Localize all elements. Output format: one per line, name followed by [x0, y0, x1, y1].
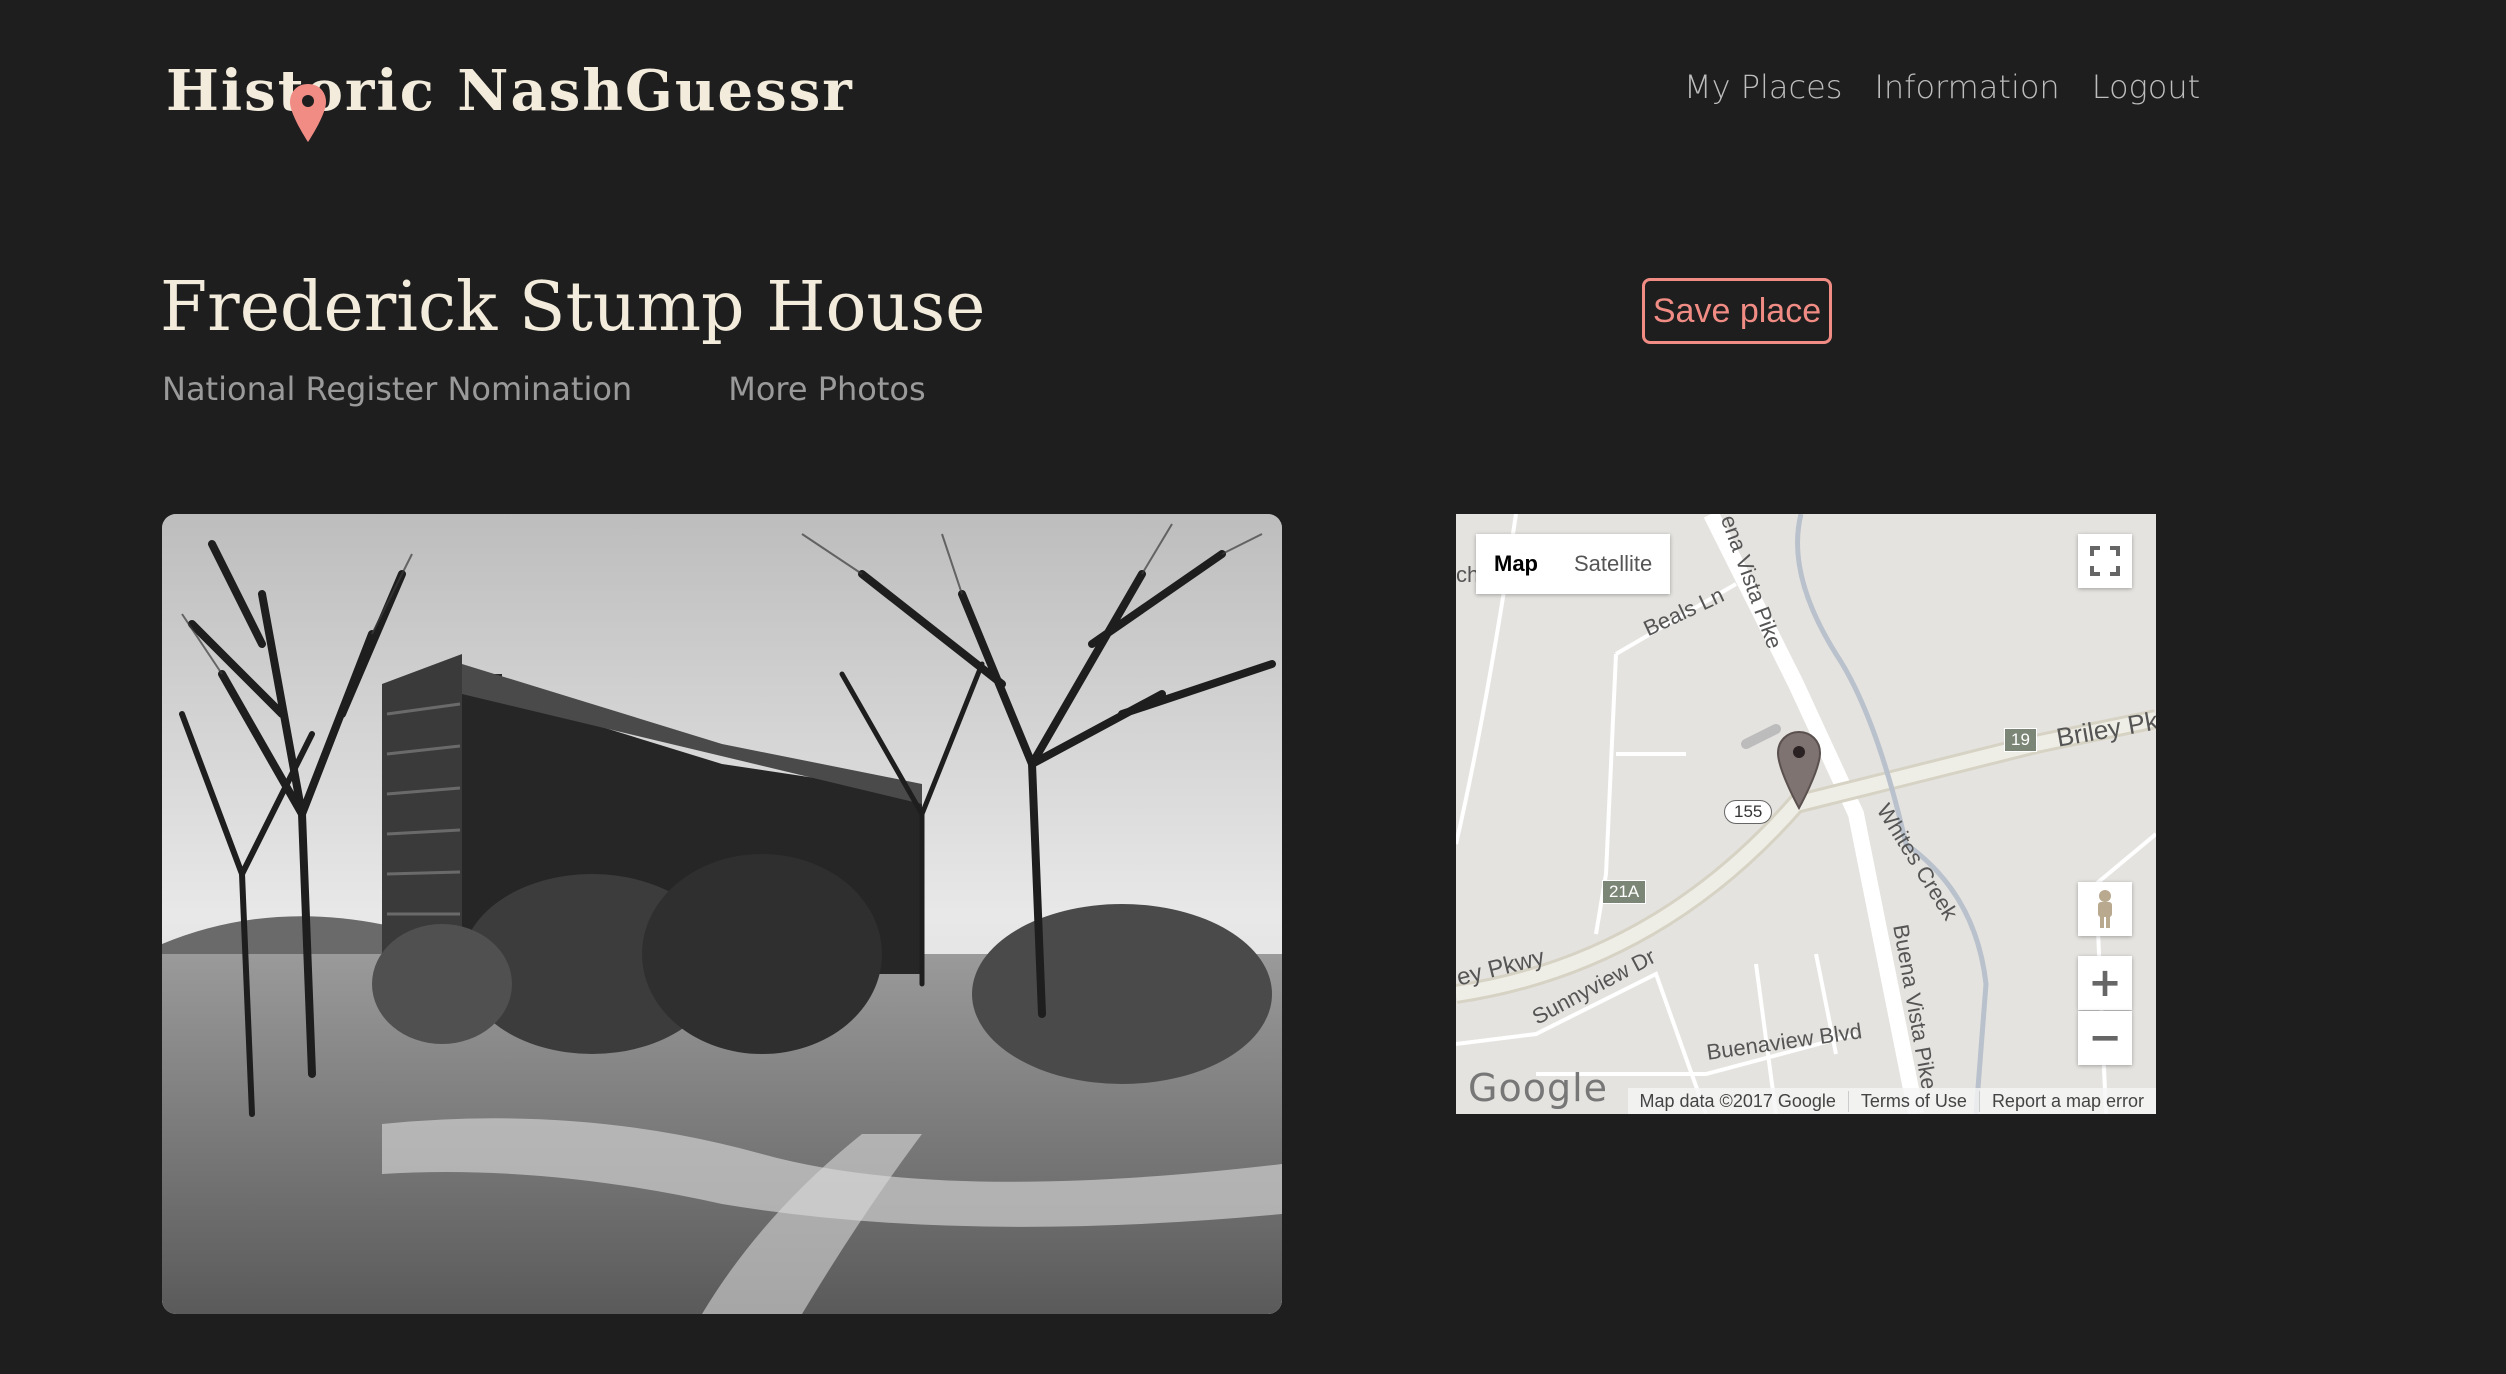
street-view-pegman[interactable] [2078, 882, 2132, 936]
national-register-link[interactable]: National Register Nomination [162, 370, 632, 408]
map-data-credit: Map data ©2017 Google [1639, 1090, 1836, 1111]
nav-logout[interactable]: Logout [2092, 68, 2200, 106]
report-map-error-link[interactable]: Report a map error [1978, 1090, 2156, 1112]
historic-photo [162, 514, 1282, 1314]
map-tiles [1456, 514, 2156, 1114]
zoom-out-button[interactable]: − [2078, 1011, 2132, 1065]
nav-information[interactable]: Information [1874, 68, 2059, 106]
more-photos-link[interactable]: More Photos [728, 370, 925, 408]
map-type-satellite-button[interactable]: Satellite [1556, 534, 1671, 594]
map-type-map-button[interactable]: Map [1476, 534, 1556, 594]
google-logo[interactable]: Google [1468, 1066, 1608, 1110]
map-pin-icon [290, 84, 326, 142]
zoom-in-button[interactable]: + [2078, 956, 2132, 1010]
location-marker-icon [1776, 730, 1822, 810]
route-shield: 21A [1602, 880, 1647, 904]
terms-of-use-link[interactable]: Terms of Use [1847, 1090, 1979, 1112]
main-nav: My Places Information Logout [1684, 68, 2200, 106]
site-logo[interactable]: Historic NashGuessr [166, 58, 854, 142]
page-title: Frederick Stump House [160, 268, 986, 347]
route-shield: 19 [2004, 728, 2037, 752]
save-place-button[interactable]: Save place [1642, 278, 1832, 344]
map-attribution: Map data ©2017 Google Terms of Use Repor… [1627, 1088, 2156, 1114]
pegman-icon [2098, 890, 2112, 928]
location-map[interactable]: ch ey Pkwy Beals Ln ena Vista Pike Brile… [1456, 514, 2156, 1114]
fullscreen-icon [2090, 546, 2120, 576]
fullscreen-button[interactable] [2078, 534, 2132, 588]
map-type-control: Map Satellite [1476, 534, 1671, 594]
place-links: National Register Nomination More Photos [162, 370, 926, 408]
route-shield: 155 [1724, 800, 1773, 824]
logo-text: Historic NashGuessr [166, 58, 854, 124]
nav-my-places[interactable]: My Places [1684, 68, 1842, 106]
